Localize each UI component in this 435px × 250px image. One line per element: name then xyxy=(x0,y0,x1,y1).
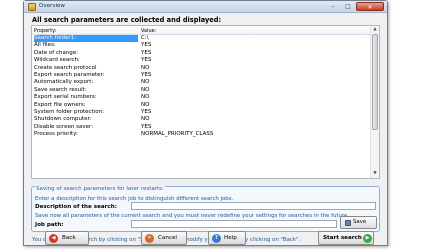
list-row[interactable]: Search folder1: C:\ xyxy=(32,35,371,43)
row-value: YES xyxy=(141,108,152,115)
list-row[interactable]: Process priority: NORMAL_PRIORITY_CLASS xyxy=(32,131,371,138)
row-property: Automatically export: xyxy=(34,79,94,86)
row-value: YES xyxy=(141,42,152,49)
window-title: Overview xyxy=(39,3,65,9)
list-row[interactable]: Disable screen saver: YES xyxy=(32,124,371,131)
row-property: Create search protocol xyxy=(34,64,97,71)
app-icon xyxy=(28,3,36,11)
group-title: Saving of search parameters for later re… xyxy=(35,186,165,192)
help-label: Help xyxy=(224,235,237,241)
row-property: All files: xyxy=(34,42,56,49)
row-property: Save search result: xyxy=(34,86,87,93)
row-value: YES xyxy=(141,71,152,78)
scrollbar-thumb[interactable] xyxy=(372,34,378,130)
row-value: NO xyxy=(141,116,150,123)
row-value: NO xyxy=(141,101,150,108)
close-icon[interactable]: ✕ xyxy=(356,2,384,11)
row-value: C:\ xyxy=(141,35,149,41)
row-property: Disable screen saver: xyxy=(34,123,94,130)
back-arrow-icon: ◀ xyxy=(49,234,58,243)
page-heading: All search parameters are collected and … xyxy=(32,16,222,24)
list-row[interactable]: Create search protocol NO xyxy=(32,65,371,72)
description-label: Description of the search: xyxy=(35,204,117,210)
minimize-icon[interactable]: – xyxy=(326,2,340,11)
list-row[interactable]: Date of change: YES xyxy=(32,50,371,57)
list-row[interactable]: Export search parameter: YES xyxy=(32,72,371,79)
row-property: Export serial numbers: xyxy=(34,94,97,101)
title-bar[interactable]: Overview – □ ✕ xyxy=(24,1,387,13)
row-property: Process priority: xyxy=(34,131,78,138)
row-property: Export search parameter: xyxy=(34,71,105,78)
back-label: Back xyxy=(62,235,76,241)
list-rows: Search folder1: C:\ All files: YES Date of c… xyxy=(32,35,371,138)
start-arrow-icon: ▶ xyxy=(363,234,372,243)
list-header: Property: Value: xyxy=(32,26,371,35)
row-property: Search folder1: xyxy=(34,35,138,43)
column-header-value[interactable]: Value: xyxy=(141,28,156,34)
cancel-label: Cancel xyxy=(158,235,177,241)
row-value: YES xyxy=(141,123,152,130)
start-search-label: Start search xyxy=(323,235,362,241)
list-row[interactable]: Export file owners: NO xyxy=(32,102,371,109)
list-row[interactable]: Automatically export: NO xyxy=(32,79,371,86)
row-value: NO xyxy=(141,79,150,86)
row-value: NORMAL_PRIORITY_CLASS xyxy=(141,131,214,138)
row-property: Export file owners: xyxy=(34,101,86,108)
job-path-label: Job path: xyxy=(35,222,64,228)
help-button[interactable]: ? Help xyxy=(208,231,246,245)
save-parameters-group: Saving of search parameters for later re… xyxy=(31,186,380,236)
list-row[interactable]: Save search result: NO xyxy=(32,87,371,94)
save-as-button[interactable]: Save as... xyxy=(340,216,377,236)
cancel-icon: ✕ xyxy=(145,234,154,243)
row-value: NO xyxy=(141,86,150,93)
save-icon xyxy=(345,220,351,226)
maximize-icon[interactable]: □ xyxy=(341,2,355,11)
start-search-button[interactable]: Start search ▶ xyxy=(318,231,374,245)
back-button[interactable]: ◀ Back xyxy=(45,231,89,245)
job-path-input[interactable] xyxy=(131,220,337,228)
description-input[interactable] xyxy=(131,202,376,210)
list-row[interactable]: All files: YES xyxy=(32,42,371,49)
row-property: Date of change: xyxy=(34,49,79,56)
list-row[interactable]: Shutdown computer: NO xyxy=(32,116,371,123)
row-property: Wildcard search: xyxy=(34,57,80,64)
vertical-scrollbar[interactable]: ▲ ▼ xyxy=(370,26,379,178)
help-icon: ? xyxy=(212,234,221,243)
row-value: NO xyxy=(141,64,150,71)
list-row[interactable]: Wildcard search: YES xyxy=(32,57,371,64)
list-row[interactable]: Export serial numbers: NO xyxy=(32,94,371,101)
row-value: YES xyxy=(141,57,152,64)
row-property: Shutdown computer: xyxy=(34,116,92,123)
scroll-up-icon[interactable]: ▲ xyxy=(371,26,379,34)
row-value: NO xyxy=(141,94,150,101)
job-path-hint: Save now all parameters of the current s… xyxy=(35,213,350,219)
cancel-button[interactable]: ✕ Cancel xyxy=(141,231,187,245)
overview-window: Overview – □ ✕ All search parameters are… xyxy=(23,0,388,246)
row-value: YES xyxy=(141,49,152,56)
parameter-list[interactable]: Property: Value: Search folder1: C:\ All f… xyxy=(31,25,380,179)
list-row[interactable]: System folder protection: YES xyxy=(32,109,371,116)
column-header-property[interactable]: Property: xyxy=(34,28,56,34)
row-property: System folder protection: xyxy=(34,108,104,115)
scroll-down-icon[interactable]: ▼ xyxy=(371,170,379,178)
